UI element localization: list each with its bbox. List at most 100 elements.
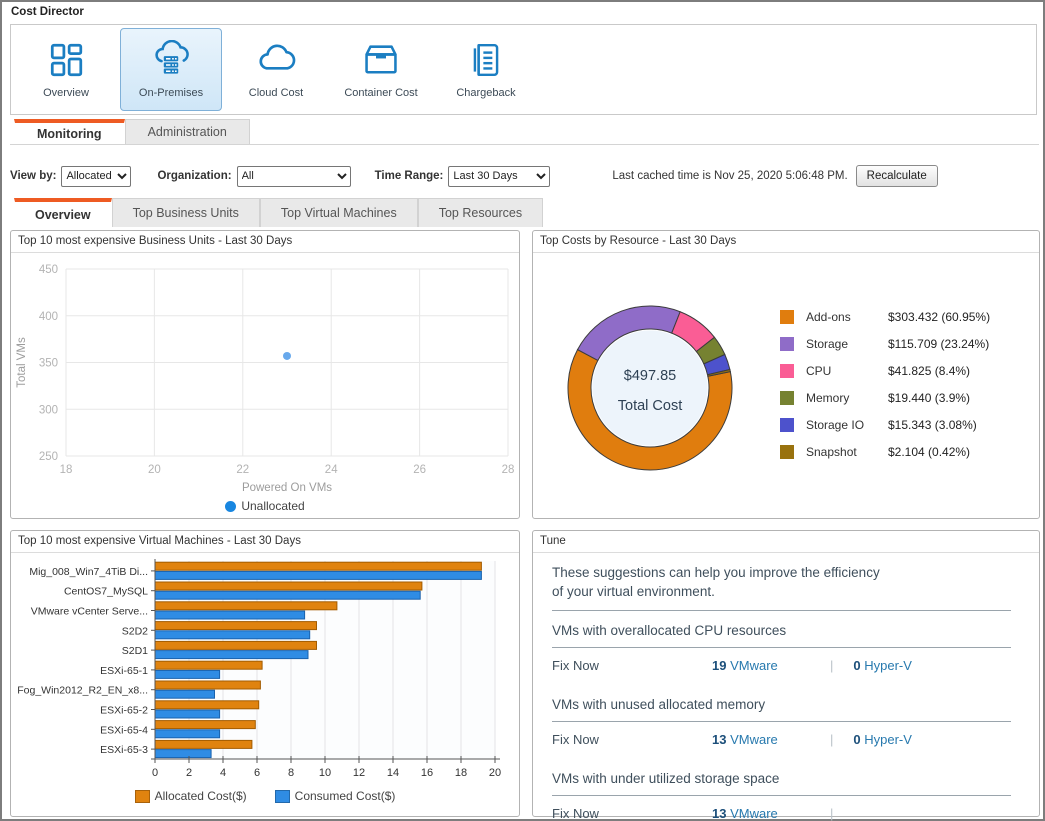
svg-text:ESXi-65-1: ESXi-65-1 xyxy=(100,665,148,677)
cost-director-window: Cost Director Overview On-PremisesCloud C… xyxy=(0,0,1045,821)
svg-text:28: 28 xyxy=(502,464,515,476)
legend-swatch xyxy=(780,364,794,378)
vmware-link[interactable]: 19 VMware xyxy=(712,658,830,673)
vmware-label: VMware xyxy=(730,732,778,747)
container-cost-box-icon xyxy=(361,40,401,80)
sub-tabs: OverviewTop Business UnitsTop Virtual Ma… xyxy=(10,198,1039,227)
svg-text:$497.85: $497.85 xyxy=(624,368,676,384)
legend-label: CPU xyxy=(806,364,888,378)
subtab-top-resources[interactable]: Top Resources xyxy=(418,198,543,227)
svg-text:0: 0 xyxy=(152,767,158,779)
legend-label: Unallocated xyxy=(241,499,304,513)
vmware-count: 13 xyxy=(712,806,726,821)
main-tabs: MonitoringAdministration xyxy=(10,119,1039,145)
tab-monitoring[interactable]: Monitoring xyxy=(14,119,125,144)
organization-select[interactable]: All xyxy=(237,166,351,187)
legend-value: $15.343 (3.08%) xyxy=(888,418,977,432)
separator: | xyxy=(830,732,833,747)
tune-intro-line2: of your virtual environment. xyxy=(552,582,1011,601)
legend-item-allocated-cost-: Allocated Cost($) xyxy=(135,789,247,803)
svg-text:Total Cost: Total Cost xyxy=(618,398,682,414)
panel-title: Top 10 most expensive Virtual Machines -… xyxy=(11,531,519,553)
toolbar-item-cloud-cost[interactable]: Cloud Cost xyxy=(225,28,327,111)
toolbar-item-chargeback[interactable]: Chargeback xyxy=(435,28,537,111)
toolbar-item-container-cost[interactable]: Container Cost xyxy=(330,28,432,111)
legend-swatch xyxy=(135,790,150,803)
fix-now-link[interactable]: Fix Now xyxy=(552,806,700,821)
filter-bar: View by: Allocated Organization: All Tim… xyxy=(10,162,1039,190)
organization-label: Organization: xyxy=(157,170,231,182)
resource-legend-row-add-ons: Add-ons$303.432 (60.95%) xyxy=(780,303,990,330)
legend-item-unallocated: Unallocated xyxy=(225,499,304,513)
toolbar-item-overview[interactable]: Overview xyxy=(15,28,117,111)
fix-now-link[interactable]: Fix Now xyxy=(552,658,700,673)
vmware-link[interactable]: 13 VMware xyxy=(712,732,830,747)
svg-text:300: 300 xyxy=(39,404,58,416)
svg-text:ESXi-65-3: ESXi-65-3 xyxy=(100,744,148,756)
toolbar-item-on-premises[interactable]: On-Premises xyxy=(120,28,222,111)
resource-legend-row-storage: Storage$115.709 (23.24%) xyxy=(780,330,990,357)
panel-business-units: Top 10 most expensive Business Units - L… xyxy=(10,230,520,519)
svg-text:350: 350 xyxy=(39,358,58,370)
separator: | xyxy=(830,658,833,673)
vmware-count: 13 xyxy=(712,732,726,747)
legend-item-consumed-cost-: Consumed Cost($) xyxy=(275,789,396,803)
svg-text:18: 18 xyxy=(60,464,73,476)
panel-costs-by-resource: Top Costs by Resource - Last 30 Days $49… xyxy=(532,230,1040,519)
legend-label: Allocated Cost($) xyxy=(155,789,247,803)
svg-text:ESXi-65-2: ESXi-65-2 xyxy=(100,705,148,717)
panel-title: Tune xyxy=(533,531,1039,553)
view-by-label: View by: xyxy=(10,170,56,182)
legend-value: $19.440 (3.9%) xyxy=(888,391,970,405)
legend-swatch xyxy=(780,445,794,459)
resource-legend-row-storage-io: Storage IO$15.343 (3.08%) xyxy=(780,411,990,438)
legend-swatch xyxy=(780,310,794,324)
svg-text:20: 20 xyxy=(489,767,501,779)
panel-title: Top 10 most expensive Business Units - L… xyxy=(11,231,519,253)
overview-grid-icon xyxy=(46,40,86,80)
legend-swatch xyxy=(780,391,794,405)
legend-value: $303.432 (60.95%) xyxy=(888,310,990,324)
svg-text:6: 6 xyxy=(254,767,260,779)
separator: | xyxy=(830,806,833,821)
scatter-chart: 182022242628250300350400450Powered On VM… xyxy=(11,257,521,502)
hyperv-label: Hyper-V xyxy=(864,658,912,673)
vmware-link[interactable]: 13 VMware xyxy=(712,806,830,821)
legend-label: Storage xyxy=(806,337,888,351)
svg-text:12: 12 xyxy=(353,767,365,779)
tune-body: These suggestions can help you improve t… xyxy=(533,553,1039,821)
hyperv-link[interactable]: 0 Hyper-V xyxy=(853,658,912,673)
bar-chart: Mig_008_Win7_4TiB Di...CentOS7_MySQLVMwa… xyxy=(11,555,521,804)
divider xyxy=(552,647,1011,648)
hyperv-link[interactable]: 0 Hyper-V xyxy=(853,732,912,747)
svg-text:Total VMs: Total VMs xyxy=(16,337,28,388)
svg-text:18: 18 xyxy=(455,767,467,779)
subtab-top-business-units[interactable]: Top Business Units xyxy=(112,198,260,227)
recalculate-button[interactable]: Recalculate xyxy=(856,165,938,187)
svg-text:S2D1: S2D1 xyxy=(122,645,148,657)
divider xyxy=(552,721,1011,722)
legend-swatch xyxy=(780,337,794,351)
svg-text:20: 20 xyxy=(148,464,161,476)
subtab-overview[interactable]: Overview xyxy=(14,198,112,227)
svg-text:26: 26 xyxy=(413,464,426,476)
view-by-select[interactable]: Allocated xyxy=(61,166,131,187)
hyperv-count: 0 xyxy=(853,732,860,747)
svg-text:4: 4 xyxy=(220,767,226,779)
tune-suggestion-heading: VMs with overallocated CPU resources xyxy=(552,623,1011,638)
svg-text:S2D2: S2D2 xyxy=(122,625,148,637)
svg-text:14: 14 xyxy=(387,767,399,779)
toolbar-item-label: Overview xyxy=(43,87,89,99)
time-range-select[interactable]: Last 30 Days xyxy=(448,166,550,187)
hyperv-label: Hyper-V xyxy=(864,732,912,747)
tab-administration[interactable]: Administration xyxy=(125,119,250,144)
toolbar-item-label: Container Cost xyxy=(344,87,417,99)
svg-text:16: 16 xyxy=(421,767,433,779)
divider xyxy=(552,795,1011,796)
page-title: Cost Director xyxy=(11,6,84,18)
svg-text:10: 10 xyxy=(319,767,331,779)
subtab-top-virtual-machines[interactable]: Top Virtual Machines xyxy=(260,198,418,227)
vmware-label: VMware xyxy=(730,806,778,821)
fix-now-link[interactable]: Fix Now xyxy=(552,732,700,747)
svg-text:Fog_Win2012_R2_EN_x8...: Fog_Win2012_R2_EN_x8... xyxy=(17,685,148,697)
